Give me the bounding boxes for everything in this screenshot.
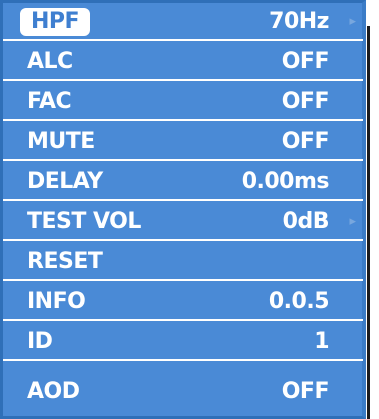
menu-item-value: 0.00ms: [241, 168, 330, 194]
menu-item-value: OFF: [281, 378, 330, 404]
menu-item-id[interactable]: ID 1: [3, 323, 363, 361]
settings-menu: HPF 70Hz ▸ ALC OFF FAC OFF MUTE OFF DELA…: [0, 0, 366, 419]
menu-item-value: 1: [314, 328, 329, 354]
menu-item-value: OFF: [281, 128, 330, 154]
menu-item-value: 0dB: [282, 208, 330, 234]
menu-item-delay[interactable]: DELAY 0.00ms: [3, 163, 363, 201]
menu-item-label: ID: [27, 328, 53, 354]
menu-item-reset[interactable]: RESET: [3, 243, 363, 281]
scrollbar[interactable]: [366, 0, 379, 419]
menu-item-mute[interactable]: MUTE OFF: [3, 123, 363, 161]
menu-item-info[interactable]: INFO 0.0.5: [3, 283, 363, 321]
menu-item-label: MUTE: [27, 128, 95, 154]
menu-item-alc[interactable]: ALC OFF: [3, 43, 363, 81]
scrollbar-track[interactable]: [367, 26, 370, 419]
menu-item-label: ALC: [27, 48, 73, 74]
menu-item-fac[interactable]: FAC OFF: [3, 83, 363, 121]
menu-item-value: 70Hz: [269, 8, 329, 34]
menu-item-label: INFO: [27, 288, 86, 314]
menu-item-aod[interactable]: AOD OFF: [3, 363, 363, 419]
menu-item-hpf[interactable]: HPF 70Hz ▸: [3, 3, 363, 41]
menu-item-label: HPF: [20, 8, 91, 36]
menu-item-test-vol[interactable]: TEST VOL 0dB ▸: [3, 203, 363, 241]
menu-item-value: OFF: [281, 48, 330, 74]
menu-item-label: AOD: [27, 378, 80, 404]
menu-item-label: RESET: [27, 248, 103, 274]
menu-item-label: TEST VOL: [27, 208, 141, 234]
menu-item-label: DELAY: [27, 168, 103, 194]
triangle-right-icon: ▸: [349, 213, 356, 229]
menu-item-value: 0.0.5: [268, 288, 330, 314]
menu-item-label: FAC: [27, 88, 72, 114]
triangle-right-icon: ▸: [349, 13, 356, 29]
menu-item-value: OFF: [281, 88, 330, 114]
